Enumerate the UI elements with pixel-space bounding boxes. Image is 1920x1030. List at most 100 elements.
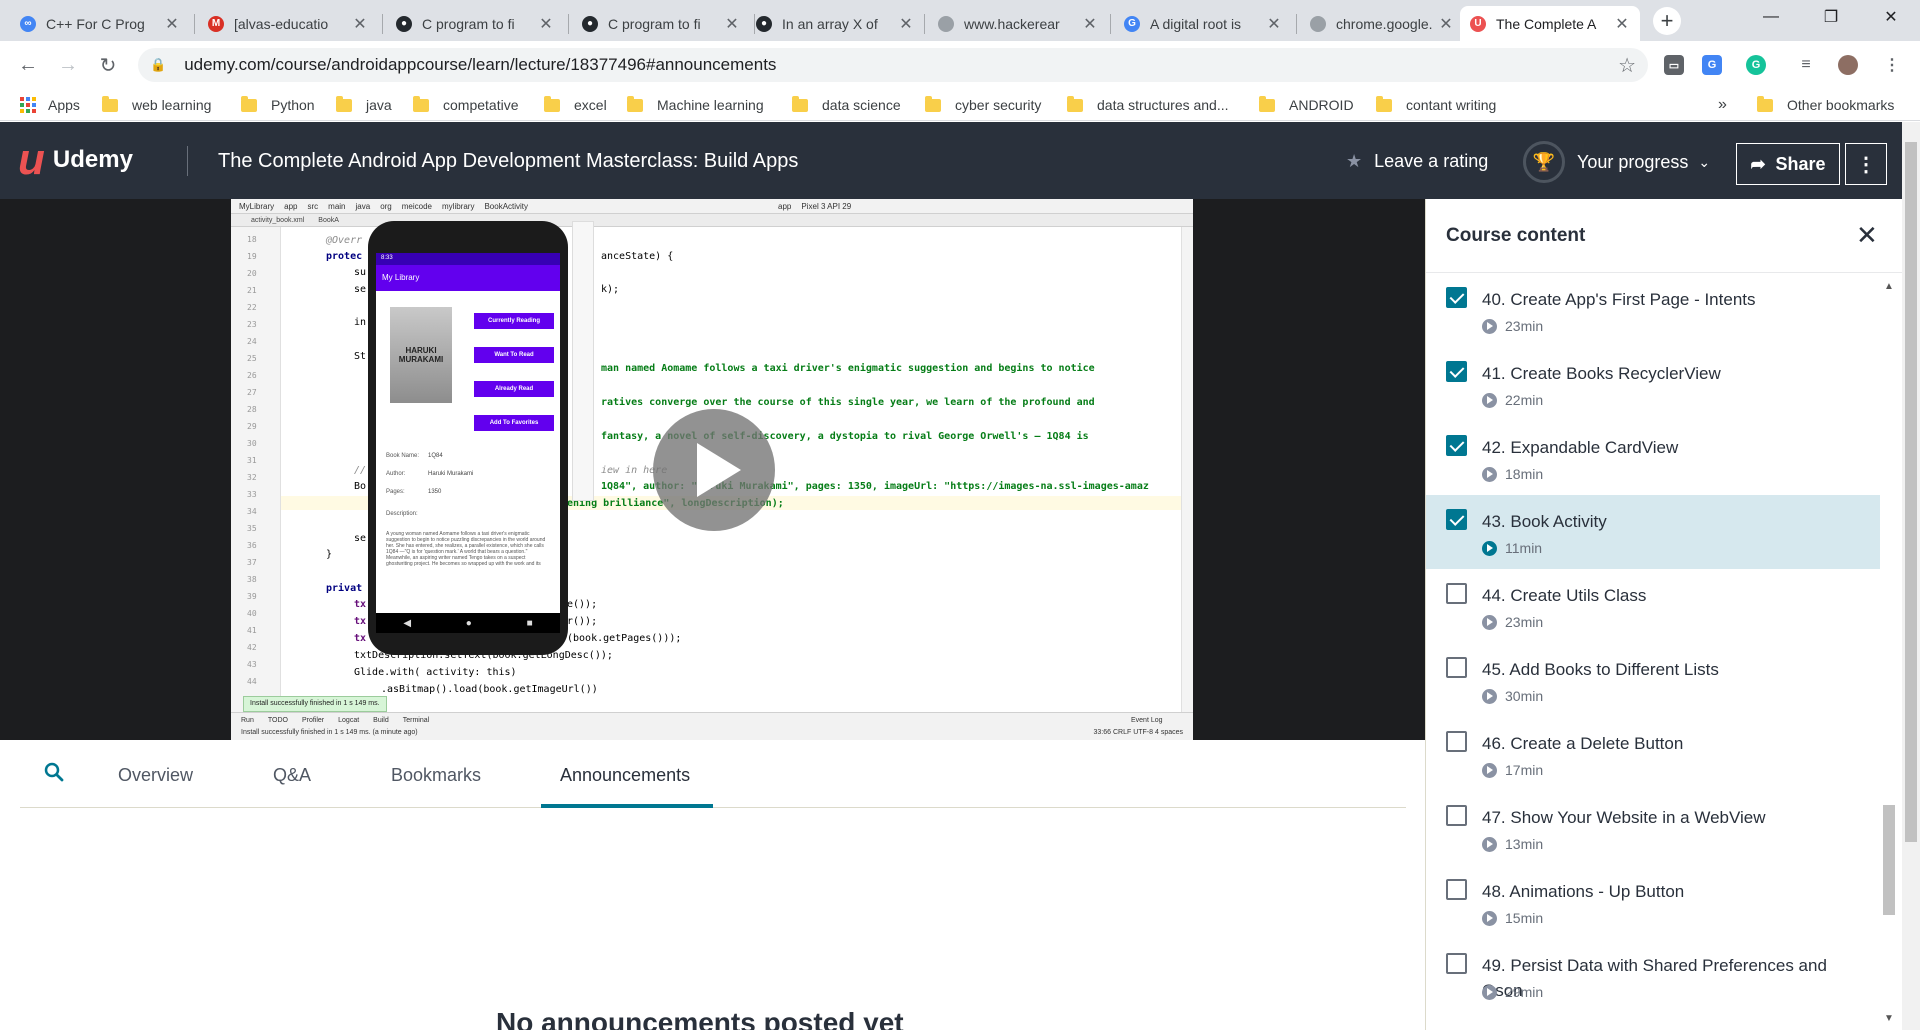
minimize-icon[interactable]: —	[1748, 0, 1794, 34]
close-tab-icon[interactable]: ✕	[1438, 14, 1454, 34]
lock-icon[interactable]: 🔒	[150, 57, 166, 73]
lesson-item[interactable]: 40. Create App's First Page - Intents 23m…	[1426, 273, 1888, 347]
close-tab-icon[interactable]: ✕	[1614, 14, 1630, 34]
address-bar[interactable]: 🔒 udemy.com/course/androidappcourse/lear…	[138, 48, 1648, 82]
lesson-checkbox[interactable]	[1446, 287, 1467, 308]
bookmark-apps[interactable]: Apps	[20, 95, 80, 115]
translate-icon[interactable]: G	[1702, 55, 1722, 75]
udemy-logo[interactable]: u Udemy	[18, 138, 133, 182]
close-window-icon[interactable]: ✕	[1868, 0, 1914, 34]
sidebar-scrollbar[interactable]: ▲ ▼	[1880, 275, 1898, 1030]
grammarly-icon[interactable]: G	[1746, 55, 1766, 75]
forward-icon[interactable]: →	[52, 49, 84, 81]
lesson-item[interactable]: 45. Add Books to Different Lists 30min	[1426, 643, 1888, 717]
lesson-item[interactable]: 43. Book Activity 11min	[1426, 495, 1888, 569]
video-player[interactable]: MyLibrary app src main java org meicode mylib…	[0, 199, 1425, 740]
page-scrollbar[interactable]	[1902, 122, 1920, 1030]
lesson-item[interactable]: 48. Animations - Up Button 15min	[1426, 865, 1888, 939]
back-icon[interactable]: ←	[12, 49, 44, 81]
reload-icon[interactable]: ↻	[92, 49, 124, 81]
play-circle-icon	[1482, 614, 1497, 630]
share-button[interactable]: ➦ Share	[1736, 143, 1840, 185]
duration-text: 22min	[1505, 392, 1544, 408]
tab-announcements[interactable]: Announcements	[560, 765, 690, 786]
bookmark-folder[interactable]: cyber security	[925, 95, 1041, 115]
browser-tab[interactable]: www.hackerear ✕	[928, 6, 1108, 41]
lesson-item[interactable]: 42. Expandable CardView 18min	[1426, 421, 1888, 495]
lesson-duration: 29min	[1482, 984, 1543, 1000]
new-tab-button[interactable]: +	[1653, 7, 1681, 35]
lesson-item[interactable]: 46. Create a Delete Button 17min	[1426, 717, 1888, 791]
tab-bookmarks[interactable]: Bookmarks	[391, 765, 481, 786]
scroll-down-icon[interactable]: ▼	[1884, 1013, 1894, 1024]
cast-icon[interactable]: ▭	[1664, 55, 1684, 75]
lesson-item[interactable]: 41. Create Books RecyclerView 22min	[1426, 347, 1888, 421]
scroll-thumb[interactable]	[1905, 142, 1917, 842]
chrome-menu-icon[interactable]: ⋮	[1882, 55, 1902, 75]
bookmark-folder[interactable]: competative	[413, 95, 518, 115]
other-bookmarks[interactable]: Other bookmarks	[1757, 95, 1894, 115]
browser-tab[interactable]: G A digital root is ✕	[1114, 6, 1292, 41]
course-title[interactable]: The Complete Android App Development Mas…	[218, 150, 798, 173]
code-line: tx	[354, 599, 367, 610]
lesson-checkbox[interactable]	[1446, 509, 1467, 530]
lesson-checkbox[interactable]	[1446, 731, 1467, 752]
bookmark-folder[interactable]: excel	[544, 95, 607, 115]
browser-tab[interactable]: M [alvas-educatio ✕	[198, 6, 378, 41]
tab-overview[interactable]: Overview	[118, 765, 193, 786]
ide-gutter	[231, 227, 281, 712]
bookmark-folder[interactable]: web learning	[102, 95, 211, 115]
lesson-item[interactable]: 47. Show Your Website in a WebView 13min	[1426, 791, 1888, 865]
lesson-checkbox[interactable]	[1446, 805, 1467, 826]
bookmarks-overflow-button[interactable]: »	[1718, 95, 1727, 115]
close-tab-icon[interactable]: ✕	[352, 14, 368, 34]
more-options-button[interactable]: ⋮	[1845, 143, 1887, 185]
lesson-checkbox[interactable]	[1446, 361, 1467, 382]
close-icon[interactable]: ✕	[1856, 220, 1878, 251]
lesson-checkbox[interactable]	[1446, 953, 1467, 974]
bookmark-star-icon[interactable]: ☆	[1618, 53, 1636, 78]
progress-dropdown[interactable]: 🏆 Your progress ⌄	[1523, 141, 1710, 183]
browser-tab[interactable]: chrome.google. ✕	[1300, 6, 1464, 41]
lesson-checkbox[interactable]	[1446, 879, 1467, 900]
close-tab-icon[interactable]: ✕	[724, 14, 740, 34]
bookmark-label: excel	[574, 97, 607, 113]
bookmark-folder[interactable]: java	[336, 95, 392, 115]
bookmark-folder[interactable]: contant writing	[1376, 95, 1496, 115]
lesson-title: 48. Animations - Up Button	[1482, 882, 1685, 901]
lesson-checkbox[interactable]	[1446, 657, 1467, 678]
browser-tab[interactable]: ● In an array X of ✕	[746, 6, 924, 41]
lesson-checkbox[interactable]	[1446, 583, 1467, 604]
browser-tab[interactable]: ● C program to fi ✕	[572, 6, 750, 41]
close-tab-icon[interactable]: ✕	[538, 14, 554, 34]
duration-text: 15min	[1505, 910, 1544, 926]
close-tab-icon[interactable]: ✕	[1266, 14, 1282, 34]
leave-rating-button[interactable]: ★ Leave a rating	[1346, 151, 1488, 172]
browser-tab-active[interactable]: U The Complete A ✕	[1460, 6, 1640, 41]
bookmark-folder[interactable]: Python	[241, 95, 315, 115]
lesson-item[interactable]: 49. Persist Data with Shared Preferences…	[1426, 939, 1888, 1013]
close-tab-icon[interactable]: ✕	[164, 14, 180, 34]
bookmark-folder[interactable]: data science	[792, 95, 901, 115]
tab-qa[interactable]: Q&A	[273, 765, 311, 786]
avatar[interactable]	[1838, 55, 1858, 75]
play-button[interactable]	[653, 409, 775, 531]
close-tab-icon[interactable]: ✕	[1082, 14, 1098, 34]
line-number: 41	[247, 626, 257, 635]
reading-list-icon[interactable]: ≡	[1796, 55, 1816, 75]
bookmark-folder[interactable]: data structures and...	[1067, 95, 1229, 115]
browser-tab[interactable]: ● C program to fi ✕	[386, 6, 564, 41]
browser-tab[interactable]: ∞ C++ For C Prog ✕	[10, 6, 190, 41]
line-number: 37	[247, 558, 257, 567]
restore-icon[interactable]: ❐	[1808, 0, 1854, 34]
close-tab-icon[interactable]: ✕	[898, 14, 914, 34]
code-line: se	[354, 533, 367, 544]
bookmark-folder[interactable]: ANDROID	[1259, 95, 1354, 115]
lesson-checkbox[interactable]	[1446, 435, 1467, 456]
lesson-item[interactable]: 44. Create Utils Class 23min	[1426, 569, 1888, 643]
search-icon[interactable]	[44, 762, 64, 782]
folder-icon	[102, 95, 118, 112]
bookmark-folder[interactable]: Machine learning	[627, 95, 764, 115]
scroll-thumb[interactable]	[1883, 805, 1895, 915]
scroll-up-icon[interactable]: ▲	[1884, 281, 1894, 292]
